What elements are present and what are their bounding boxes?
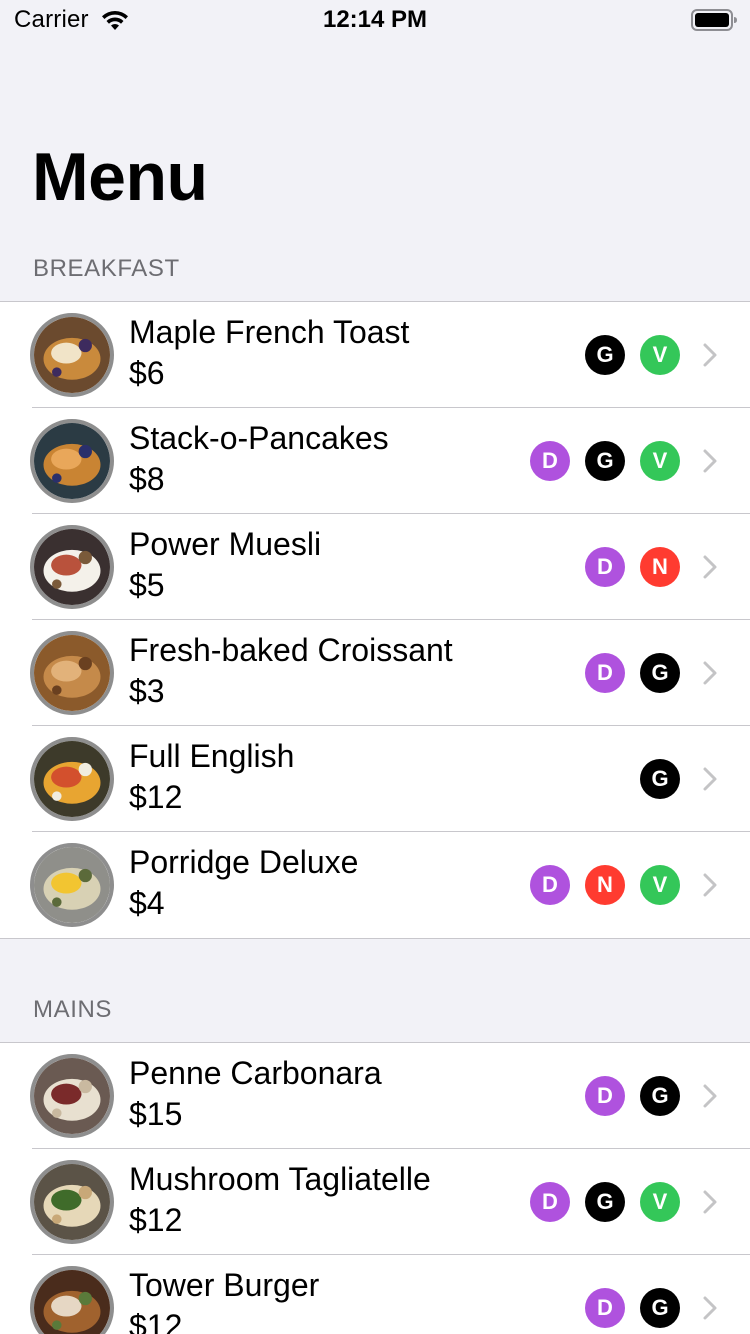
menu-item-row[interactable]: Stack-o-Pancakes $8 D G V <box>0 408 750 514</box>
dietary-badge-g: G <box>640 1076 680 1116</box>
porridge-photo <box>30 843 114 927</box>
dietary-badge-d: D <box>585 653 625 693</box>
dietary-badge-d: D <box>585 1288 625 1328</box>
item-price: $5 <box>129 567 165 603</box>
chevron-right-icon <box>703 1190 717 1214</box>
item-name: Fresh-baked Croissant <box>129 632 453 668</box>
dietary-badges: DG <box>585 653 680 693</box>
dietary-badges: DG <box>585 1288 680 1328</box>
dietary-badge-n: N <box>585 865 625 905</box>
item-name: Power Muesli <box>129 526 322 562</box>
battery-icon <box>691 9 737 31</box>
chevron-right-icon <box>703 661 717 685</box>
chevron-right-icon <box>703 873 717 897</box>
chevron-right-icon <box>703 343 717 367</box>
menu-item-row[interactable]: Power Muesli $5 D N <box>0 514 750 620</box>
dietary-badge-d: D <box>530 441 570 481</box>
dietary-badges: GV <box>585 335 680 375</box>
item-name: Maple French Toast <box>129 314 410 350</box>
menu-item-row[interactable]: Tower Burger $12 D G <box>0 1255 750 1334</box>
dietary-badges: DNV <box>530 865 680 905</box>
dietary-badges: G <box>640 759 680 799</box>
menu-item-row[interactable]: Fresh-baked Croissant $3 D G <box>0 620 750 726</box>
menu-item-row[interactable]: Porridge Deluxe $4 D N V <box>0 832 750 938</box>
croissant-photo <box>30 631 114 715</box>
dietary-badge-d: D <box>585 547 625 587</box>
item-price: $12 <box>129 1308 183 1334</box>
dietary-badge-v: V <box>640 865 680 905</box>
dietary-badges: DN <box>585 547 680 587</box>
dietary-badge-n: N <box>640 547 680 587</box>
dietary-badge-g: G <box>640 1288 680 1328</box>
chevron-right-icon <box>703 449 717 473</box>
menu-screen: Carrier 12:14 PM Menu BREAKFAST Maple Fr… <box>0 0 750 1334</box>
dietary-badge-d: D <box>530 1182 570 1222</box>
item-price: $4 <box>129 885 165 921</box>
menu-item-row[interactable]: Full English $12 G <box>0 726 750 832</box>
dietary-badges: DGV <box>530 441 680 481</box>
item-name: Tower Burger <box>129 1267 320 1303</box>
dietary-badge-g: G <box>585 441 625 481</box>
dietary-badge-v: V <box>640 1182 680 1222</box>
item-name: Mushroom Tagliatelle <box>129 1161 431 1197</box>
chevron-right-icon <box>703 767 717 791</box>
dietary-badge-d: D <box>530 865 570 905</box>
pancakes-photo <box>30 419 114 503</box>
item-name: Stack-o-Pancakes <box>129 420 389 456</box>
chevron-right-icon <box>703 555 717 579</box>
item-price: $12 <box>129 1202 183 1238</box>
mains-list: Penne Carbonara $15 D G Mushroom Tagliatelle… <box>0 1042 750 1334</box>
page-title: Menu <box>32 139 208 215</box>
breakfast-list: Maple French Toast $6 G V Stack-o-Pancakes $8… <box>0 301 750 939</box>
item-price: $12 <box>129 779 183 815</box>
dietary-badge-g: G <box>585 1182 625 1222</box>
status-bar: Carrier 12:14 PM <box>0 0 750 40</box>
clock-label: 12:14 PM <box>322 6 428 33</box>
item-price: $3 <box>129 673 165 709</box>
muesli-photo <box>30 525 114 609</box>
dietary-badge-g: G <box>585 335 625 375</box>
dietary-badges: DG <box>585 1076 680 1116</box>
penne-photo <box>30 1054 114 1138</box>
item-price: $6 <box>129 355 165 391</box>
dietary-badge-g: G <box>640 653 680 693</box>
menu-item-row[interactable]: Mushroom Tagliatelle $12 D G V <box>0 1149 750 1255</box>
section-header-mains: MAINS <box>33 996 113 1023</box>
item-name: Porridge Deluxe <box>129 844 359 880</box>
item-name: Full English <box>129 738 295 774</box>
item-name: Penne Carbonara <box>129 1055 382 1091</box>
section-header-breakfast: BREAKFAST <box>33 255 180 282</box>
chevron-right-icon <box>703 1296 717 1320</box>
full-english-photo <box>30 737 114 821</box>
chevron-right-icon <box>703 1084 717 1108</box>
dietary-badges: DGV <box>530 1182 680 1222</box>
menu-item-row[interactable]: Penne Carbonara $15 D G <box>0 1043 750 1149</box>
dietary-badge-g: G <box>640 759 680 799</box>
tagliatelle-photo <box>30 1160 114 1244</box>
menu-item-row[interactable]: Maple French Toast $6 G V <box>0 302 750 408</box>
dietary-badge-d: D <box>585 1076 625 1116</box>
burger-photo <box>30 1266 114 1334</box>
french-toast-photo <box>30 313 114 397</box>
item-price: $8 <box>129 461 165 497</box>
dietary-badge-v: V <box>640 335 680 375</box>
dietary-badge-v: V <box>640 441 680 481</box>
item-price: $15 <box>129 1096 183 1132</box>
